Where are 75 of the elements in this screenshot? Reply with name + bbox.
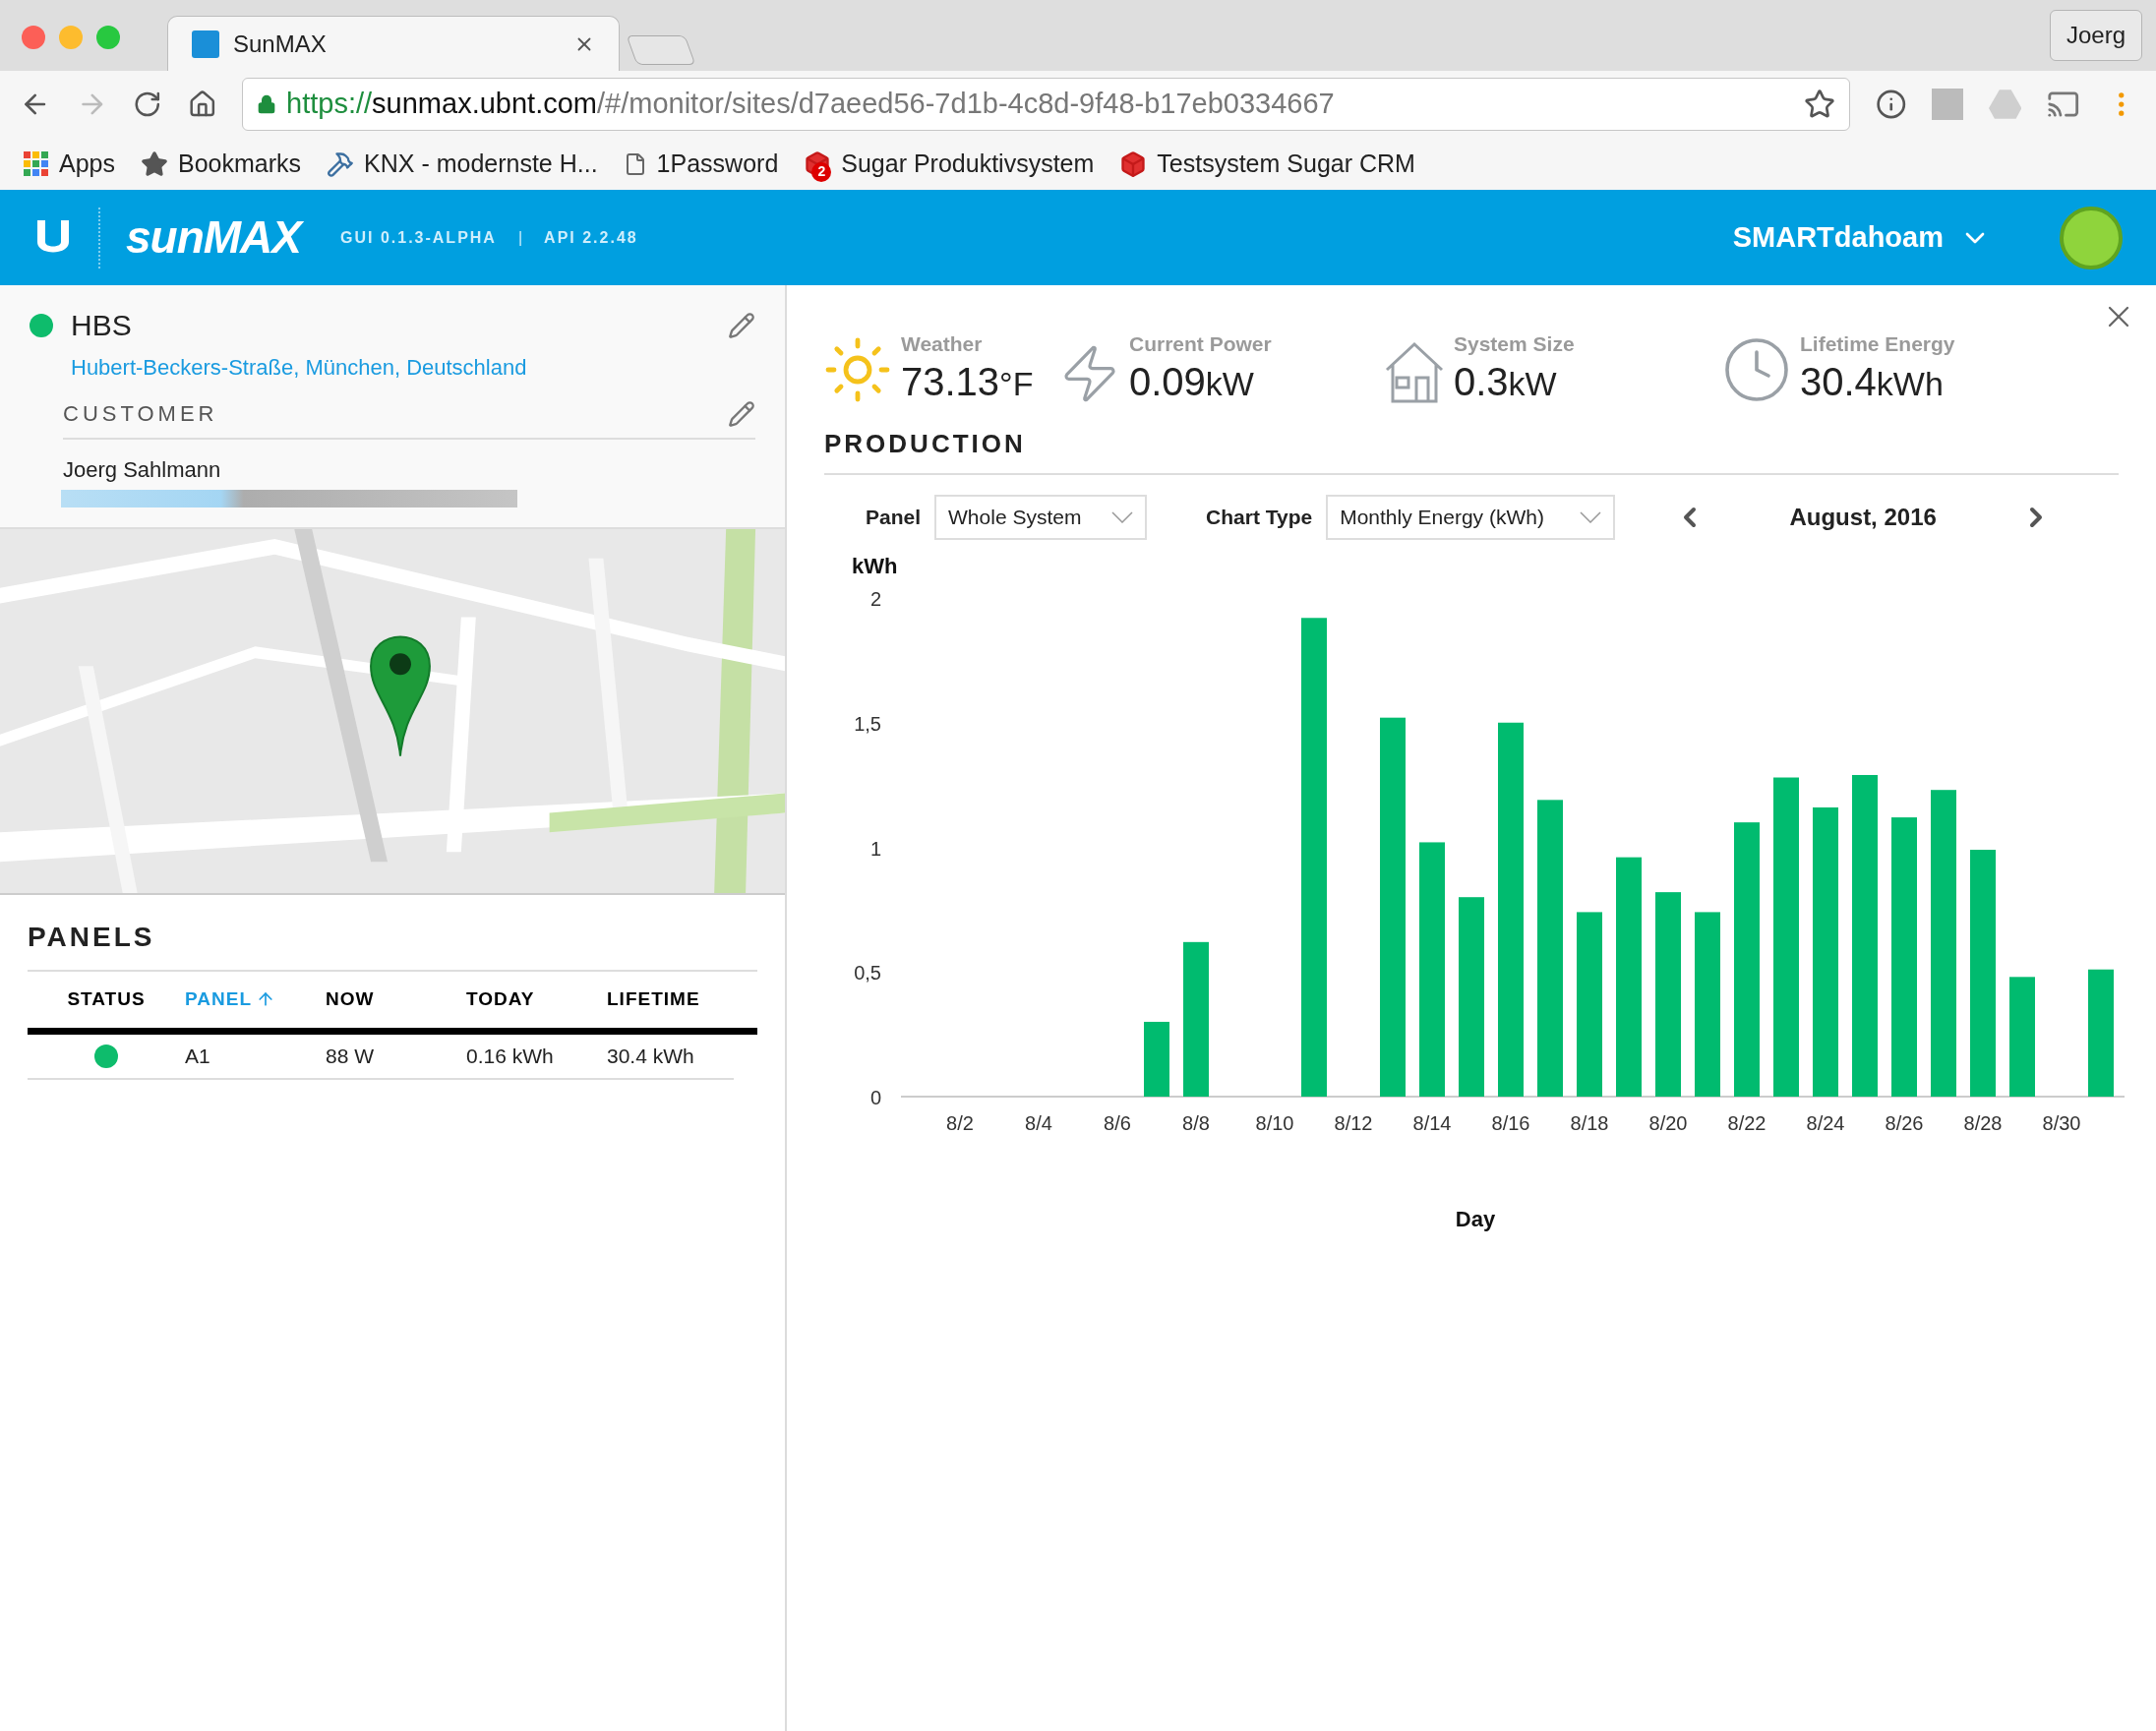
x-tick-label: 8/2 [946, 1111, 974, 1134]
stat-label: Lifetime Energy [1800, 331, 1955, 357]
reload-icon[interactable] [133, 90, 162, 119]
bookmark-item[interactable]: Apps [24, 145, 115, 183]
x-tick-label: 8/6 [1104, 1111, 1131, 1134]
bookmark-item[interactable]: 2 Sugar Produktivsystem [804, 145, 1095, 183]
y-tick-label: 0,5 [854, 961, 881, 984]
column-header[interactable]: TODAY [466, 972, 607, 1028]
x-tick-label: 8/8 [1182, 1111, 1210, 1134]
filter-dropdown[interactable]: Whole System [934, 494, 1148, 540]
production-heading: PRODUCTION [824, 428, 1026, 458]
y-tick-label: 1 [869, 837, 881, 859]
column-header[interactable]: NOW [326, 972, 466, 1028]
customer-heading: CUSTOMER [63, 400, 218, 428]
x-tick-label: 8/10 [1255, 1111, 1294, 1134]
bookmark-item[interactable]: 1Password [623, 145, 779, 183]
bookmark-item[interactable]: KNX - modernste H... [327, 145, 598, 183]
table-cell-text: 88 W [326, 1043, 375, 1069]
stat-value: 73.13°F [901, 359, 1034, 405]
table-cell-text: 0.16 kWh [466, 1043, 555, 1069]
stat-label: System Size [1454, 331, 1575, 357]
filter-label: Chart Type [1206, 504, 1313, 530]
stat-label: Weather [901, 331, 984, 357]
x-tick-label: 8/18 [1570, 1111, 1609, 1134]
bookmark-item[interactable]: Bookmarks [141, 145, 302, 183]
y-tick-label: 1,5 [854, 712, 881, 735]
stat-value: 0.3kW [1454, 359, 1558, 405]
column-header[interactable]: STATUS [28, 972, 185, 1028]
period-label: August, 2016 [1788, 502, 1938, 532]
x-tick-label: 8/30 [2042, 1111, 2081, 1134]
gui-version: GUI 0.1.3-ALPHA [340, 227, 497, 248]
address-bar[interactable]: https://sunmax.ubnt.com/#/monitor/sites/d7aeed56-7d1b-4c8d-9f48-b17eb0334667 [242, 78, 1850, 131]
panels-heading: PANELS [28, 917, 757, 972]
home-icon[interactable] [187, 90, 217, 119]
y-tick-label: 0 [869, 1086, 881, 1108]
profile-button[interactable]: Joerg [2049, 10, 2142, 61]
edit-icon[interactable] [728, 311, 755, 339]
x-tick-label: 8/20 [1648, 1111, 1688, 1134]
url-text: https://sunmax.ubnt.com/#/monitor/sites/d7aeed56-7d1b-4c8d-9f48-b17eb0334667 [286, 87, 1335, 122]
api-version: API 2.2.48 [544, 227, 638, 248]
x-tick-label: 8/4 [1025, 1111, 1052, 1134]
table-cell-text: 30.4 kWh [607, 1043, 695, 1069]
x-axis-title: Day [1455, 1206, 1496, 1231]
stat-label: Current Power [1129, 331, 1272, 357]
x-tick-label: 8/22 [1727, 1111, 1767, 1134]
edit-icon[interactable] [728, 399, 755, 428]
bookmark-item[interactable]: Testsystem Sugar CRM [1119, 145, 1415, 183]
x-tick-label: 8/26 [1885, 1111, 1924, 1134]
x-tick-label: 8/28 [1963, 1111, 2003, 1134]
chevron-down-icon [1580, 510, 1602, 523]
x-tick-label: 8/16 [1491, 1111, 1530, 1134]
bookmark-star-icon[interactable] [1803, 89, 1835, 120]
table-cell-text: A1 [185, 1043, 211, 1069]
y-axis-title: kWh [852, 553, 898, 578]
column-header[interactable]: LIFETIME [607, 972, 754, 1028]
hammer-icon [327, 149, 355, 178]
lock-icon [257, 94, 277, 114]
version-separator: | [517, 227, 523, 248]
customer-name: Joerg Sahlmann [63, 456, 222, 484]
x-tick-label: 8/12 [1334, 1111, 1373, 1134]
filter-label: Panel [866, 504, 922, 530]
site-name: HBS [71, 308, 132, 343]
x-tick-label: 8/14 [1412, 1111, 1452, 1134]
star-icon [141, 149, 168, 178]
tab-title: SunMAX [233, 29, 328, 59]
stat-value: 0.09kW [1129, 359, 1255, 405]
chevron-down-icon [1111, 510, 1134, 523]
y-tick-label: 2 [869, 587, 881, 610]
cube-icon [1119, 149, 1148, 178]
filter-dropdown[interactable]: Monthly Energy (kWh) [1326, 494, 1616, 540]
browser-tab[interactable]: SunMAX [167, 16, 620, 71]
apps-grid-icon [24, 150, 49, 177]
site-logo-icon [192, 30, 219, 58]
x-tick-label: 8/24 [1806, 1111, 1845, 1134]
stat-value: 30.4kWh [1800, 359, 1945, 405]
